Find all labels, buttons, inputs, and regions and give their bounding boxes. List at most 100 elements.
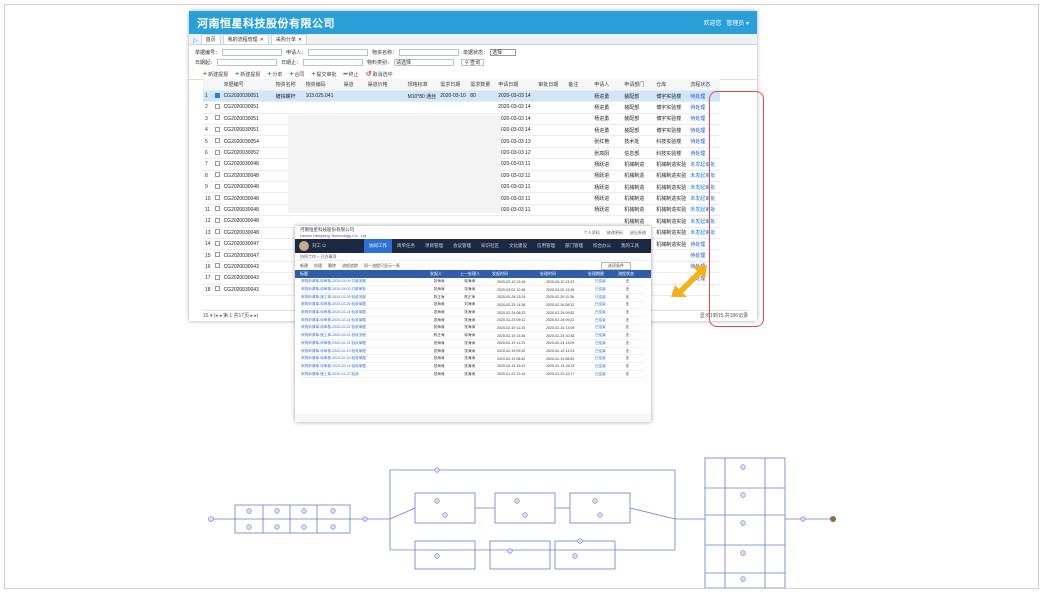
applicant-input[interactable] (308, 48, 369, 56)
row-checkbox[interactable] (212, 181, 222, 194)
table-row[interactable]: 采购申请单-待审核-2020-02-19 验收单据 张海涛 张海涛 2020-02-1… (300, 347, 645, 356)
checkbox[interactable] (214, 274, 220, 280)
tab-purchase-split[interactable]: 采购分单 ✕ (270, 34, 308, 44)
row-checkbox[interactable] (212, 227, 222, 239)
portal-menu-item[interactable]: 信用管理 (532, 239, 560, 253)
material-type-select[interactable]: 请选择 (394, 58, 455, 66)
search-button[interactable]: ⚲ 查询 (461, 58, 485, 66)
logout-link[interactable]: 退出系统 (630, 230, 646, 235)
portal-title-cell[interactable]: 采购申请单-施工单-2020-01-22 验收 (300, 370, 433, 379)
contract-button[interactable]: + 合同 (289, 71, 304, 78)
checkbox[interactable] (214, 217, 220, 223)
portal-filter-select[interactable]: 选项条件 (601, 261, 631, 270)
portal-title-cell[interactable]: 采购申请单-待审核-2020-02-24 验收单据 (300, 324, 433, 333)
checkbox[interactable] (214, 115, 220, 121)
portal-title-cell[interactable]: 采购申请单-施工单-2020-02-29 验收流程 (300, 293, 433, 302)
pager-controls[interactable]: 15 ▾ |◂ ◂ 第 1 共17页 ▸ ▸| (203, 312, 258, 319)
portal-menu-item[interactable]: 文化建设 (504, 239, 532, 253)
row-checkbox[interactable] (212, 113, 222, 126)
row-checkbox[interactable] (212, 272, 222, 285)
nav-toggle-icon[interactable]: ▷ (193, 37, 198, 44)
portal-tool-button[interactable]: 流程追踪 (342, 263, 358, 269)
order-no-input[interactable] (222, 48, 283, 56)
checkbox[interactable] (214, 263, 220, 269)
table-row[interactable]: 采购申请单-待审核-2020-02-24 验收单据 张海涛 张海涛 2020-02-1… (300, 339, 645, 348)
date-start-input[interactable] (217, 58, 278, 66)
row-checkbox[interactable] (212, 249, 222, 262)
portal-menu-item[interactable]: 协同工作 (364, 239, 392, 253)
row-checkbox[interactable] (212, 192, 222, 205)
row-checkbox[interactable] (212, 261, 222, 274)
new-report-button[interactable]: + 新建提报 (203, 71, 228, 78)
table-row[interactable]: 1 CG2020030051 镀锌螺杆 103.025.041 M10*80 通丝 202… (203, 90, 721, 103)
material-name-input[interactable] (399, 48, 460, 56)
tab-home[interactable]: 首页 (200, 34, 221, 44)
checkbox[interactable] (214, 149, 220, 155)
cancel-selection-button[interactable]: ↺ 取消选中 (366, 70, 393, 78)
row-checkbox[interactable] (212, 147, 222, 160)
checkbox[interactable] (214, 206, 220, 212)
close-icon[interactable]: ✕ (260, 37, 264, 43)
table-row[interactable]: 采购申请单-施工单-2020-02-21 验收流程 陈正海 徐海涛 2020-02-1… (300, 331, 645, 340)
row-checkbox[interactable] (212, 101, 222, 114)
portal-title-cell[interactable]: 采购申请单-待审核-2020-02-26 验收单据 (300, 301, 433, 310)
table-row[interactable]: 采购申请单-施工单-2020-01-22 验收 张海涛 张海涛 2020-01-22 … (300, 370, 645, 379)
table-row[interactable]: 2 CG2020030051 2020-03-03 14 杨进勇 装配部 博宇实验楼 待处理 (203, 101, 721, 114)
portal-menu-item[interactable]: 会议管理 (448, 239, 476, 253)
row-checkbox[interactable] (212, 124, 222, 137)
split-order-button[interactable]: + 分单 (267, 71, 282, 78)
portal-title-cell[interactable]: 采购申请单-待审核-2020-02-24 验收单据 (300, 308, 433, 317)
portal-tool-button[interactable]: 新建 (300, 263, 308, 269)
checkbox[interactable] (214, 103, 220, 109)
checkbox[interactable] (214, 183, 220, 189)
checkbox[interactable] (214, 229, 220, 235)
avatar[interactable] (299, 241, 309, 251)
new-report-button-2[interactable]: + 新建提报 (235, 71, 260, 78)
row-checkbox[interactable] (212, 170, 222, 183)
table-row[interactable]: 采购申请单-待审核-2020-02-24 验收单据 张海涛 张海涛 2020-02-1… (300, 324, 645, 333)
checkbox[interactable] (214, 195, 220, 201)
user-menu[interactable]: 欢迎您 管理员 ▾ (704, 18, 749, 27)
portal-title-cell[interactable]: 采购申请单-施工单-2020-02-21 验收流程 (300, 331, 433, 340)
table-row[interactable]: 采购申请单-待审核-2020-02-14 验收单据 张海涛 张海涛 2020-02-1… (300, 362, 645, 371)
portal-title-cell[interactable]: 采购申请单-待审核-2020-03-09 付款流程 (300, 278, 433, 287)
checkbox[interactable] (214, 138, 220, 144)
portal-menu-item[interactable]: 综合办公 (588, 239, 616, 253)
row-checkbox[interactable] (212, 204, 222, 217)
table-row[interactable]: 采购申请单-待审核-2020-02-26 验收单据 张海涛 刘海涛 2020-02-2… (300, 301, 645, 310)
table-row[interactable]: 采购申请单-待审核-2020-02-19 验收单据 张海涛 张海涛 2020-02-1… (300, 354, 645, 364)
table-row[interactable]: 采购申请单-施工单-2020-02-29 验收流程 陈正海 陈正海 2020-02-2… (300, 293, 645, 302)
status-select[interactable]: 选择 (490, 48, 517, 56)
col-select[interactable] (212, 79, 222, 91)
close-icon[interactable]: ✕ (298, 37, 302, 43)
row-checkbox[interactable] (212, 90, 222, 103)
tab-my-process[interactable]: 我的流程管理 ✕ (222, 34, 269, 44)
profile-link[interactable]: 个人资料 (584, 230, 600, 235)
terminate-button[interactable]: ━ 终止 (344, 70, 359, 78)
row-checkbox[interactable] (212, 135, 222, 148)
checkbox[interactable] (214, 240, 220, 246)
checkbox[interactable] (214, 160, 220, 166)
portal-menu-item[interactable]: 简单任务 (392, 239, 420, 253)
row-checkbox[interactable] (212, 158, 222, 171)
portal-title-cell[interactable]: 采购申请单-待审核-2020-02-24 验收单据 (300, 316, 433, 325)
table-row[interactable]: 采购申请单-待审核-2020-03-02 付款审批 张海涛 张海涛 2020-03-0… (300, 285, 645, 294)
portal-title-cell[interactable]: 采购申请单-待审核-2020-03-02 付款审批 (300, 285, 433, 294)
portal-title-cell[interactable]: 采购申请单-待审核-2020-02-19 验收单据 (300, 347, 433, 356)
portal-title-cell[interactable]: 采购申请单-待审核-2020-02-19 验收单据 (300, 354, 433, 364)
portal-tool-button[interactable]: 办理 (314, 263, 322, 269)
change-password-link[interactable]: 修改密码 (607, 230, 623, 235)
portal-menu-item[interactable]: 知识社区 (476, 239, 504, 253)
table-row[interactable]: 采购申请单-待审核-2020-03-09 付款流程 张海涛 徐海涛 2020-03-1… (300, 278, 645, 287)
checkbox[interactable] (214, 126, 220, 132)
portal-menu-item[interactable]: 部门管理 (560, 239, 588, 253)
checkbox[interactable] (214, 286, 220, 292)
portal-tool-button[interactable]: 同一流程只显示一条 (364, 263, 400, 269)
row-checkbox[interactable] (212, 284, 222, 296)
checkbox[interactable] (214, 172, 220, 178)
portal-tool-button[interactable]: 删除 (328, 263, 336, 269)
portal-title-cell[interactable]: 采购申请单-待审核-2020-02-14 验收单据 (300, 362, 433, 371)
table-row[interactable]: 采购申请单-待审核-2020-02-24 验收单据 张海涛 张海涛 2020-02-2… (300, 316, 645, 325)
portal-title-cell[interactable]: 采购申请单-待审核-2020-02-24 验收单据 (300, 339, 433, 348)
checkbox[interactable] (214, 252, 220, 258)
